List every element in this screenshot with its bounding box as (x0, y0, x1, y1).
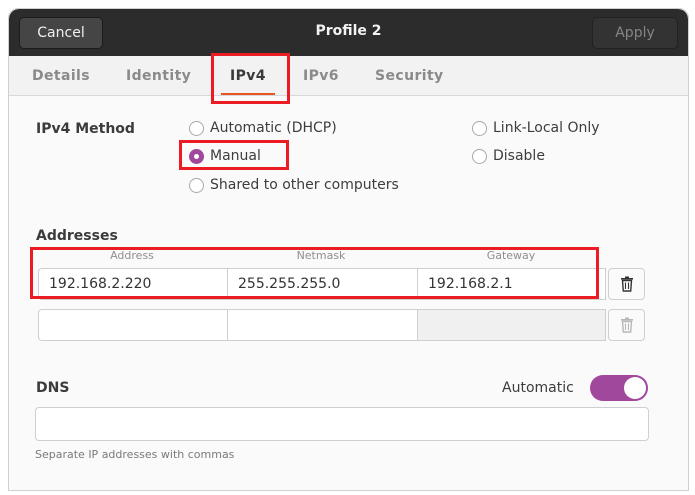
delete-address-button[interactable] (608, 268, 645, 300)
tab-security[interactable]: Security (375, 68, 444, 84)
tab-highlight-box (211, 53, 290, 104)
radio-label: Automatic (DHCP) (210, 120, 337, 136)
addresses-label: Addresses (36, 228, 118, 244)
address-input-empty[interactable] (38, 309, 228, 341)
radio-shared[interactable]: Shared to other computers (189, 177, 399, 193)
trash-icon (620, 276, 633, 292)
gateway-input-empty[interactable] (417, 309, 606, 341)
netmask-input-empty[interactable] (227, 309, 418, 341)
address-highlight-box (30, 247, 599, 299)
radio-icon (189, 120, 204, 136)
radio-icon (472, 120, 487, 136)
radio-icon (472, 148, 487, 164)
tab-ipv6[interactable]: IPv6 (303, 68, 339, 84)
radio-automatic-dhcp[interactable]: Automatic (DHCP) (189, 120, 337, 136)
dns-label: DNS (36, 380, 70, 396)
tab-bar: Details Identity IPv4 IPv6 Security (9, 56, 688, 96)
ipv4-method-label: IPv4 Method (36, 121, 135, 137)
radio-label: Link-Local Only (493, 120, 600, 136)
radio-label: Shared to other computers (210, 177, 399, 193)
header-bar: Cancel Profile 2 Apply (9, 9, 688, 56)
radio-link-local-only[interactable]: Link-Local Only (472, 120, 600, 136)
radio-label: Disable (493, 148, 545, 164)
tab-identity[interactable]: Identity (126, 68, 191, 84)
switch-knob (624, 377, 646, 399)
tab-details[interactable]: Details (32, 68, 90, 84)
radio-disable[interactable]: Disable (472, 148, 545, 164)
dns-automatic-switch[interactable] (590, 375, 648, 401)
manual-highlight-box (179, 140, 289, 170)
delete-address-button-disabled (608, 309, 645, 341)
trash-icon (620, 317, 633, 333)
apply-button[interactable]: Apply (592, 17, 678, 49)
dns-hint: Separate IP addresses with commas (35, 448, 235, 461)
dns-input[interactable] (35, 407, 649, 441)
dns-automatic-label: Automatic (502, 380, 574, 396)
radio-icon (189, 177, 204, 193)
window-title: Profile 2 (315, 23, 382, 39)
